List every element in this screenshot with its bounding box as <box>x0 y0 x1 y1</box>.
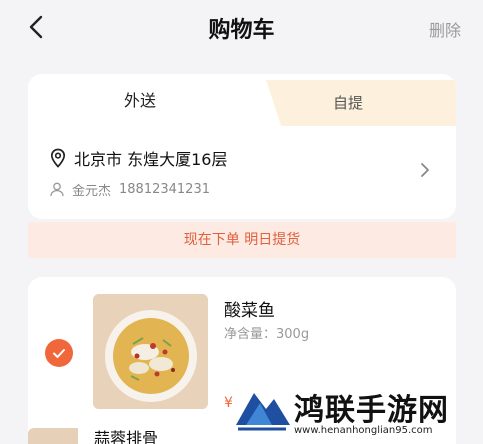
address-text: 北京市 东煌大厦16层 <box>74 150 228 169</box>
delivery-card: 自提 外送 北京市 东煌大厦16层 金元杰 18812341231 <box>28 74 456 219</box>
checkmark-icon <box>53 348 65 358</box>
chevron-right-icon[interactable] <box>420 162 430 178</box>
page-title: 购物车 <box>208 18 275 43</box>
contact-phone: 18812341231 <box>119 182 210 197</box>
pickled-fish-dish-image <box>93 294 208 409</box>
product-name: 酸菜鱼 <box>224 301 275 321</box>
address-row[interactable]: 北京市 东煌大厦16层 <box>50 146 227 170</box>
watermark-url: www.henanhonglian95.com <box>294 425 433 436</box>
watermark: 鸿联手游网 www.henanhonglian95.com <box>232 383 477 441</box>
location-pin-icon <box>50 148 66 168</box>
product-weight: 净含量：300g <box>224 327 310 342</box>
delete-button[interactable]: 删除 <box>429 17 461 41</box>
user-icon <box>50 182 64 197</box>
watermark-logo-icon <box>236 393 290 431</box>
contact-name: 金元杰 <box>72 184 112 199</box>
product-name-2: 蒜蓉排骨 <box>94 429 159 444</box>
watermark-brand: 鸿联手游网 <box>294 393 449 428</box>
product-image-2[interactable] <box>28 428 78 444</box>
top-bar: 购物车 删除 <box>0 0 483 56</box>
product-image[interactable] <box>93 294 208 409</box>
contact-row: 金元杰 18812341231 <box>50 180 210 199</box>
item-checkbox[interactable] <box>45 339 73 367</box>
tab-delivery[interactable]: 外送 <box>28 74 252 126</box>
delivery-notice: 现在下单 明日提货 <box>28 222 456 258</box>
